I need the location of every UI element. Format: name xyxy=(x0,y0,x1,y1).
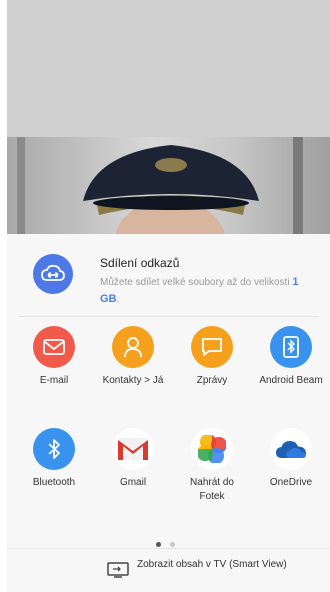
onedrive-icon xyxy=(270,428,312,470)
app-onedrive[interactable]: OneDrive xyxy=(256,428,326,490)
email-icon xyxy=(33,326,75,368)
page-indicator xyxy=(156,534,184,552)
app-messages[interactable]: Zprávy xyxy=(177,326,247,388)
app-google-photos[interactable]: Nahrát do Fotek xyxy=(177,428,247,504)
link-sharing-option[interactable]: Sdílení odkazů Můžete sdílet velké soubo… xyxy=(7,234,330,316)
page-dot-active[interactable] xyxy=(156,542,161,547)
app-android-beam[interactable]: Android Beam xyxy=(256,326,326,388)
gmail-icon xyxy=(112,428,154,470)
app-label: Nahrát do Fotek xyxy=(190,477,234,502)
app-bluetooth[interactable]: Bluetooth xyxy=(19,428,89,490)
message-icon xyxy=(191,326,233,368)
app-label: Bluetooth xyxy=(32,477,76,488)
google-photos-icon xyxy=(191,428,233,470)
app-gmail[interactable]: Gmail xyxy=(98,428,168,490)
cloud-link-icon xyxy=(33,254,73,294)
share-sheet: Sdílení odkazů Můžete sdílet velké soubo… xyxy=(7,234,330,592)
background-gray-area xyxy=(7,0,330,137)
android-beam-icon xyxy=(270,326,312,368)
divider xyxy=(19,316,319,317)
background-photo xyxy=(7,137,330,234)
smart-view-label: Zobrazit obsah v TV (Smart View) xyxy=(137,559,287,570)
divider xyxy=(7,548,330,549)
app-label: Android Beam xyxy=(259,375,323,386)
link-sharing-description: Můžete sdílet velké soubory až do veliko… xyxy=(100,276,299,305)
tv-cast-icon xyxy=(107,562,129,583)
bluetooth-icon xyxy=(33,428,75,470)
app-label: Zprávy xyxy=(196,375,228,386)
app-email[interactable]: E-mail xyxy=(19,326,89,388)
link-sharing-title: Sdílení odkazů xyxy=(100,256,180,270)
contact-icon xyxy=(112,326,154,368)
app-contacts[interactable]: Kontakty > Já xyxy=(98,326,168,388)
app-label: Kontakty > Já xyxy=(102,375,164,386)
app-label: OneDrive xyxy=(269,477,313,488)
pilot-photo-illustration xyxy=(17,137,303,234)
app-label: E-mail xyxy=(39,375,69,386)
page-dot[interactable] xyxy=(170,542,175,547)
app-label: Gmail xyxy=(119,477,147,488)
